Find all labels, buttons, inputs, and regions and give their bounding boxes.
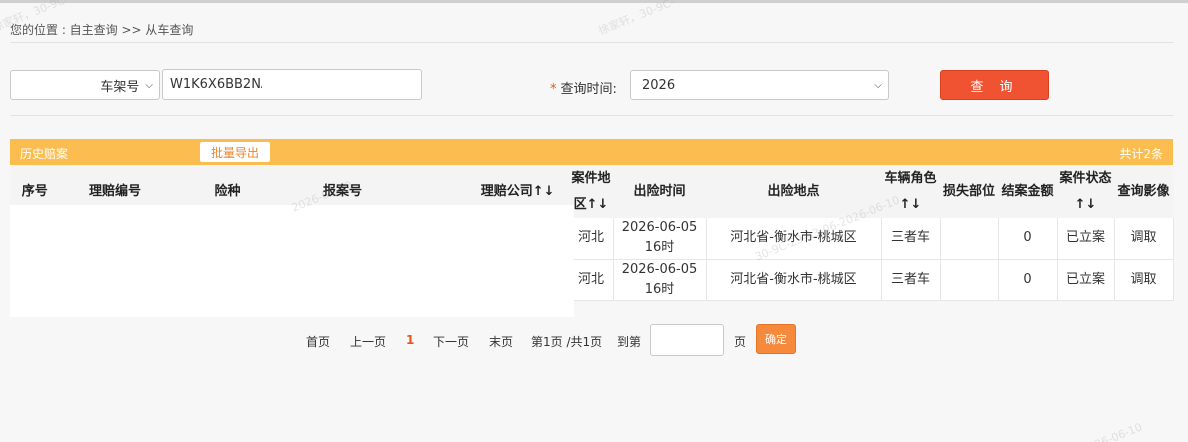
chevron-down-icon: ⌵ <box>874 79 882 91</box>
col-header-accident-time[interactable]: 出险时间 <box>613 165 707 218</box>
search-type-select[interactable]: 车架号 ⌵ <box>10 70 160 100</box>
pagination: 首页 上一页 1 下一页 末页 第1页 /共1页 到第 页 确定 <box>0 324 1188 356</box>
col-header-amount[interactable]: 结案金额 <box>998 165 1058 218</box>
breadcrumb: 您的位置 : 自主查询 >> 从车查询 <box>10 23 194 37</box>
cell-accident-time: 2026-06-05 16时 <box>613 218 707 260</box>
cell-amount: 0 <box>998 218 1058 260</box>
col-header-status[interactable]: 案件状态↑↓ <box>1057 165 1115 218</box>
place-text: 河北省-衡水市-桃城区 <box>730 230 857 246</box>
cell-status: 已立案 <box>1057 259 1115 301</box>
cell-region: 河北 <box>569 218 614 260</box>
col-header-loss-part[interactable]: 损失部位 <box>940 165 999 218</box>
cell-accident-place: 河北省-衡水市-桃城区 <box>706 259 882 301</box>
goto-label: 到第 <box>617 335 642 349</box>
current-page[interactable]: 1 <box>406 333 414 347</box>
chevron-down-icon: ⌵ <box>145 79 153 91</box>
query-time-label: * 查询时间: <box>550 78 617 97</box>
search-type-value: 车架号 <box>100 79 140 95</box>
vin-input-value: W1K6X6BB2NA <box>170 77 270 92</box>
col-header-vehicle-role[interactable]: 车辆角色↑↓ <box>881 165 941 218</box>
cell-accident-place: 河北省-衡水市-桃城区 <box>706 218 882 260</box>
col-header-accident-place[interactable]: 出险地点 <box>706 165 882 218</box>
prev-page-link[interactable]: 上一页 <box>350 333 386 350</box>
page-info: 第1页 /共1页 <box>531 335 603 349</box>
cell-amount: 0 <box>998 259 1058 301</box>
cell-accident-time: 2026-06-05 16时 <box>613 259 707 301</box>
page-jump-input[interactable] <box>650 324 724 356</box>
confirm-button[interactable]: 确定 <box>756 324 796 354</box>
watermark: 2026-06-10 <box>1079 420 1145 442</box>
cell-loss-part <box>940 259 999 301</box>
col-header-region[interactable]: 案件地区↑↓ <box>569 165 614 218</box>
divider <box>10 115 1174 116</box>
panel-header: 历史赔案 批量导出 共计2条 <box>10 139 1173 165</box>
export-button[interactable]: 批量导出 <box>200 142 270 162</box>
query-time-text: 查询时间: <box>560 82 617 97</box>
col-header-image[interactable]: 查询影像 <box>1114 165 1174 218</box>
watermark: 徐家轩，30-9C- <box>596 0 677 38</box>
redaction-mask <box>10 205 574 317</box>
first-page-link[interactable]: 首页 <box>306 333 330 350</box>
cell-status: 已立案 <box>1057 218 1115 260</box>
total-count: 共计2条 <box>1119 147 1163 161</box>
redaction-mask <box>262 70 336 99</box>
place-text: 河北省-衡水市-桃城区 <box>730 271 857 287</box>
top-border <box>0 0 1188 3</box>
cell-loss-part <box>940 218 999 260</box>
last-page-link[interactable]: 末页 <box>489 333 513 350</box>
query-button[interactable]: 查 询 <box>940 70 1049 100</box>
cell-region: 河北 <box>569 259 614 301</box>
cell-vehicle-role: 三者车 <box>881 259 941 301</box>
panel-title: 历史赔案 <box>20 147 69 161</box>
year-select-value: 2026 <box>642 77 676 93</box>
retrieve-image-link[interactable]: 调取 <box>1114 259 1174 301</box>
divider <box>10 42 1174 43</box>
year-select[interactable]: 2026 ⌵ <box>630 70 889 100</box>
retrieve-image-link[interactable]: 调取 <box>1114 218 1174 260</box>
page-unit-label: 页 <box>734 335 747 349</box>
required-mark: * <box>550 82 557 97</box>
next-page-link[interactable]: 下一页 <box>433 333 469 350</box>
cell-vehicle-role: 三者车 <box>881 218 941 260</box>
